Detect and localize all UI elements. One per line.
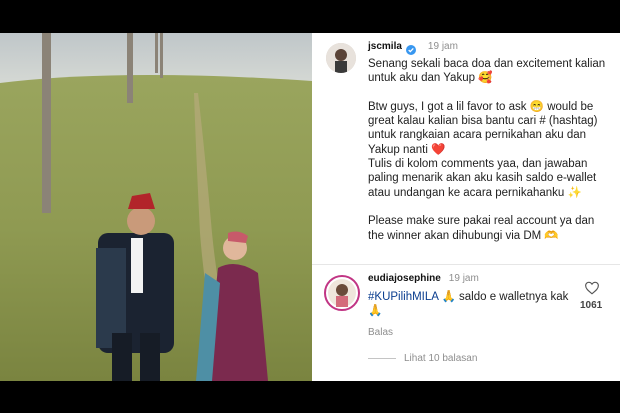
comment-hashtag-link[interactable]: #KUPilihMILA [368, 291, 438, 303]
like-count: 1061 [580, 300, 603, 311]
comment-text: #KUPilihMILA 🙏 saldo e walletnya kak 🙏 [368, 290, 578, 319]
post-photo [0, 33, 312, 381]
divider [312, 264, 620, 265]
reply-button[interactable]: Balas [368, 327, 393, 338]
post-caption: Senang sekali baca doa dan excitement ka… [368, 58, 606, 242]
comment-time: 19 jam [448, 273, 479, 284]
post-time: 19 jam [427, 41, 458, 52]
author-username[interactable]: jscmila [368, 41, 402, 52]
instagram-post-view: jscmila 19 jam Senang sekali baca doa da… [0, 33, 620, 381]
comment-username[interactable]: eudiajosephine [368, 273, 441, 284]
post-detail-panel: jscmila 19 jam Senang sekali baca doa da… [312, 33, 620, 381]
heart-outline-icon [585, 281, 599, 295]
commenter-avatar[interactable] [324, 275, 360, 311]
verified-badge-icon [405, 42, 416, 55]
like-button[interactable] [584, 281, 604, 297]
view-replies-label: Lihat 10 balasan [404, 353, 478, 364]
author-avatar[interactable] [326, 43, 356, 73]
view-replies-button[interactable]: Lihat 10 balasan [368, 353, 477, 364]
replies-line [368, 358, 396, 359]
